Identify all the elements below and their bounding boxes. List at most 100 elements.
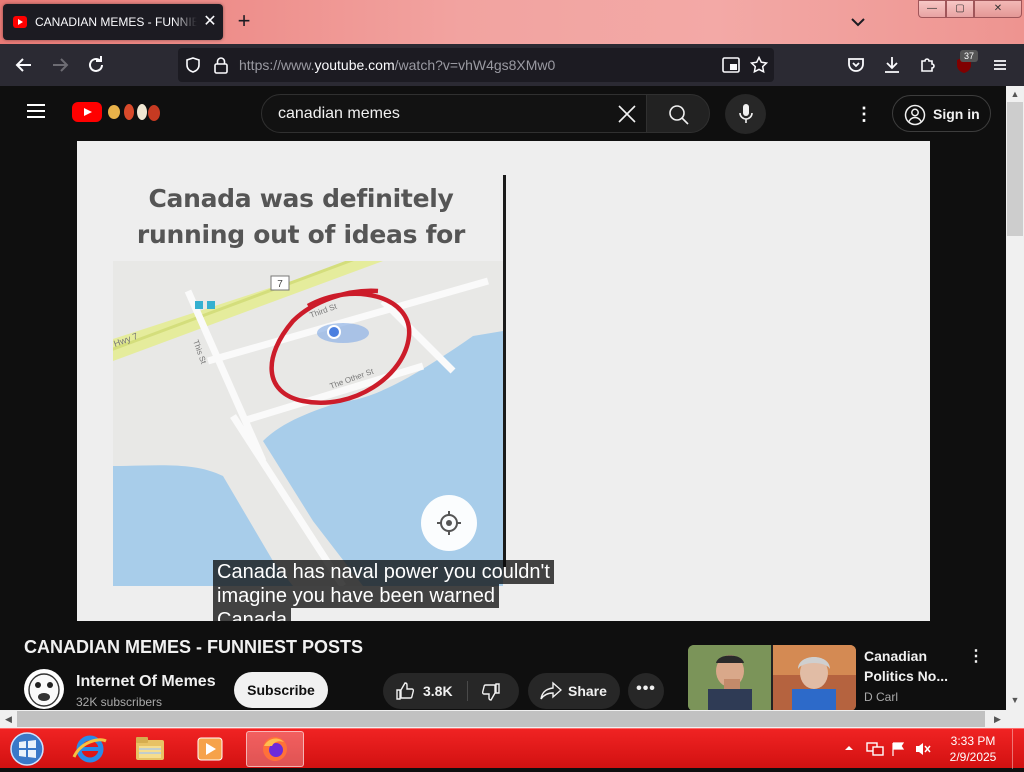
video-thumbnail-image: [688, 645, 856, 711]
clock-time[interactable]: 3:33 PM: [940, 734, 1006, 749]
file-explorer-taskbar-button[interactable]: [122, 731, 178, 767]
search-icon: [669, 105, 689, 125]
folder-icon: [136, 737, 164, 760]
settings-more-button[interactable]: ⋮: [852, 102, 876, 126]
guide-menu-icon[interactable]: [24, 100, 48, 124]
like-dislike-group: 3.8K: [383, 673, 519, 709]
url-text[interactable]: https://www.youtube.com/watch?v=vhW4gs8X…: [239, 57, 555, 73]
address-bar[interactable]: https://www.youtube.com/watch?v=vhW4gs8X…: [178, 48, 774, 82]
clock-date[interactable]: 2/9/2025: [940, 750, 1006, 765]
tracking-shield-icon[interactable]: [184, 56, 202, 74]
scrollbar-corner: [1006, 710, 1024, 728]
list-all-tabs-button[interactable]: [846, 10, 870, 34]
firefox-taskbar-button[interactable]: [246, 731, 304, 767]
new-tab-button[interactable]: +: [232, 10, 256, 34]
voice-search-button[interactable]: [725, 94, 766, 134]
maximize-button[interactable]: ▢: [946, 0, 974, 18]
extension-count-badge: 37: [960, 50, 978, 62]
browser-toolbar: https://www.youtube.com/watch?v=vhW4gs8X…: [0, 44, 1024, 86]
vertical-scrollbar[interactable]: ▲ ▼: [1006, 86, 1024, 710]
windows-orb-icon: [10, 732, 44, 766]
url-path: /watch?v=vhW4gs8XMw0: [394, 57, 556, 73]
clear-search-icon[interactable]: [617, 104, 637, 124]
scroll-right-arrow-icon[interactable]: ▶: [989, 710, 1006, 728]
player-letterbox: [0, 141, 77, 621]
firefox-icon: [263, 737, 287, 761]
lock-icon[interactable]: [212, 56, 230, 74]
sign-in-button[interactable]: Sign in: [892, 95, 991, 132]
window-controls: — ▢ ✕: [918, 0, 1022, 18]
tab-close-button[interactable]: ✕: [201, 13, 219, 31]
internet-explorer-taskbar-button[interactable]: [62, 731, 118, 767]
share-button[interactable]: Share: [528, 673, 620, 709]
start-button[interactable]: [6, 731, 48, 767]
youtube-header: ⋮ Sign in: [0, 86, 1006, 141]
close-window-button[interactable]: ✕: [974, 0, 1022, 18]
show-hidden-icons-icon[interactable]: [844, 743, 854, 753]
recommended-video-channel: D Carl: [864, 690, 899, 704]
share-arrow-icon: [540, 681, 562, 700]
route-shield-label: 7: [277, 279, 283, 290]
channel-name[interactable]: Internet Of Memes: [76, 673, 216, 691]
bookmark-star-icon[interactable]: [750, 56, 768, 74]
show-desktop-button[interactable]: [1012, 729, 1024, 769]
subscriber-count: 32K subscribers: [76, 695, 163, 709]
chevron-down-icon: [851, 18, 865, 27]
vertical-scroll-thumb[interactable]: [1007, 102, 1023, 236]
url-prefix: https://www.: [239, 57, 315, 73]
video-title: CANADIAN MEMES - FUNNIEST POSTS: [24, 637, 364, 657]
arrow-right-icon: [53, 58, 69, 72]
youtube-logo-icon[interactable]: [72, 102, 102, 122]
dislike-button[interactable]: [469, 673, 519, 709]
reload-button[interactable]: [84, 53, 108, 77]
scroll-down-arrow-icon[interactable]: ▼: [1006, 692, 1024, 708]
recommended-video-menu-button[interactable]: ⋮: [966, 646, 986, 670]
subscribe-button[interactable]: Subscribe: [234, 672, 328, 708]
thumbs-up-icon: [396, 682, 415, 700]
like-button[interactable]: 3.8K: [383, 673, 467, 709]
like-count: 3.8K: [423, 683, 453, 699]
download-icon: [885, 57, 899, 73]
closed-captions: Canada has naval power you couldn't imag…: [213, 560, 633, 621]
hamburger-menu-icon: [994, 60, 1006, 70]
browser-tab-strip: CANADIAN MEMES - FUNNIEST POSTS ✕ + — ▢ …: [0, 0, 1024, 44]
minimize-button[interactable]: —: [918, 0, 946, 18]
horizontal-scrollbar[interactable]: ◀ ▶: [0, 710, 1006, 728]
browser-tab-active[interactable]: CANADIAN MEMES - FUNNIEST POSTS ✕: [3, 4, 223, 40]
more-actions-button[interactable]: •••: [628, 673, 664, 709]
horizontal-scroll-thumb[interactable]: [17, 711, 985, 727]
back-button[interactable]: [12, 53, 36, 77]
action-center-flag-icon[interactable]: [890, 741, 906, 757]
like-separator: [467, 681, 468, 701]
downloads-button[interactable]: [880, 53, 904, 77]
thumbs-down-icon: [481, 683, 500, 701]
share-label: Share: [568, 683, 607, 699]
search-box: [261, 94, 647, 133]
pocket-button[interactable]: [844, 53, 868, 77]
search-input[interactable]: [278, 104, 598, 124]
media-player-taskbar-button[interactable]: [182, 731, 238, 767]
caption-line-2: imagine you have been warned: [213, 584, 499, 608]
channel-avatar[interactable]: [24, 669, 64, 709]
account-circle-icon: [904, 104, 926, 126]
youtube-doodle-icon[interactable]: [104, 99, 164, 125]
picture-in-picture-icon[interactable]: [722, 57, 740, 73]
recommended-video-title[interactable]: Canadian Politics No...: [864, 646, 964, 686]
microphone-icon: [739, 104, 753, 123]
extensions-button[interactable]: [916, 53, 940, 77]
arrow-left-icon: [15, 58, 31, 72]
app-menu-button[interactable]: [988, 53, 1012, 77]
network-icon[interactable]: [866, 741, 884, 757]
caption-line-3: Canada: [213, 608, 292, 621]
youtube-favicon-icon: [13, 16, 27, 28]
rage-face-icon: [28, 673, 60, 707]
street-map-image: 7 Third St The Other St This St Hwy 7: [113, 261, 503, 586]
scroll-left-arrow-icon[interactable]: ◀: [0, 710, 17, 728]
scroll-up-arrow-icon[interactable]: ▲: [1006, 86, 1024, 102]
search-button[interactable]: [646, 94, 710, 133]
recommended-video-thumbnail[interactable]: [688, 645, 856, 711]
video-player[interactable]: Canada was definitely running out of ide…: [77, 141, 930, 621]
forward-button[interactable]: [48, 53, 72, 77]
speaker-muted-icon[interactable]: [914, 741, 932, 757]
internet-explorer-icon: [72, 735, 107, 763]
